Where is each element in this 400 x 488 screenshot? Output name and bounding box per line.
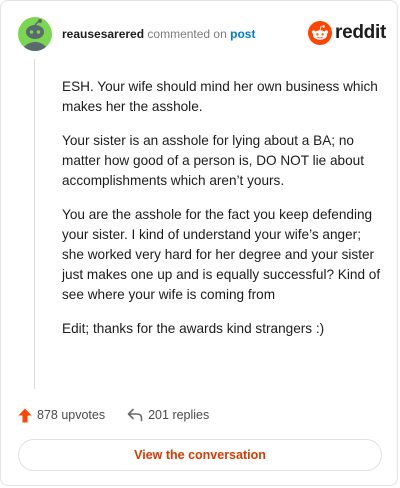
reddit-wordmark: reddit: [335, 22, 386, 43]
comment-paragraph: Your sister is an asshole for lying abou…: [62, 133, 364, 188]
view-conversation-button[interactable]: View the conversation: [18, 439, 382, 471]
upvote-count: 878 upvotes: [37, 408, 106, 422]
upvote-button[interactable]: 878 upvotes: [18, 408, 105, 423]
post-link[interactable]: post: [230, 27, 255, 41]
comment-paragraph: You are the asshole for the fact you kee…: [62, 207, 381, 302]
action-text: commented on: [147, 27, 227, 41]
comment-meta: reausesarered commented on post: [62, 26, 255, 42]
reddit-logo-icon: [308, 21, 333, 45]
comment-footer: 878 upvotes 201 replies: [18, 405, 209, 425]
upvote-arrow-icon: [18, 408, 32, 422]
reply-count: 201 replies: [148, 408, 210, 422]
comment-header: reausesarered commented on post reddit: [18, 17, 386, 51]
comment-paragraph: Edit; thanks for the awards kind strange…: [62, 321, 325, 336]
reply-arrow-icon: [127, 408, 143, 422]
username-link[interactable]: reausesarered: [62, 27, 144, 41]
comment-card: reausesarered commented on post reddit E…: [0, 0, 398, 486]
comment-body: ESH. Your wife should mind her own busin…: [62, 77, 382, 353]
comment-paragraph: ESH. Your wife should mind her own busin…: [62, 79, 378, 114]
thread-line: [34, 59, 35, 389]
replies-button[interactable]: 201 replies: [127, 408, 209, 422]
snoo-avatar-icon: [21, 19, 49, 51]
avatar[interactable]: [18, 17, 52, 51]
reddit-brand[interactable]: reddit: [308, 20, 386, 46]
